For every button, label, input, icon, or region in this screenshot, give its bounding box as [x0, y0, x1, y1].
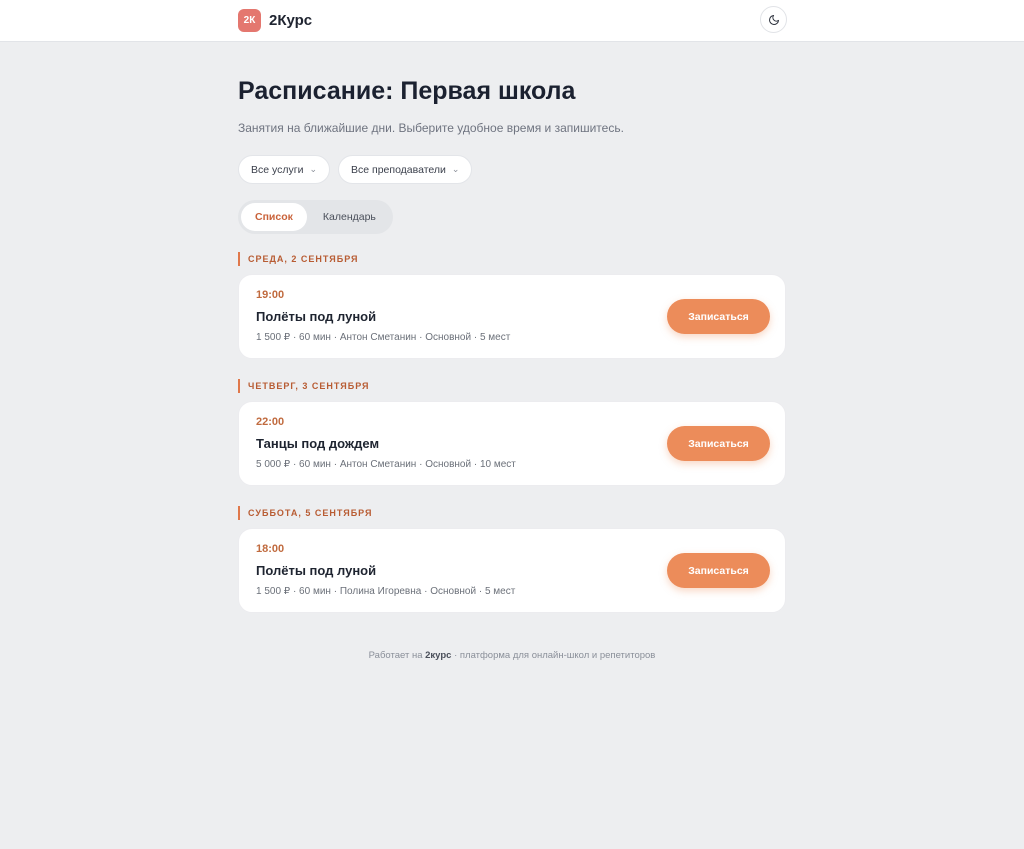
lesson-card: 18:00 Полёты под луной 1 500 ₽ · 60 мин … — [238, 528, 786, 613]
tab-calendar[interactable]: Календарь — [309, 203, 390, 231]
lesson-meta: 1 500 ₽ · 60 мин · Полина Игоревна · Осн… — [256, 586, 516, 597]
services-filter[interactable]: Все услуги ⌄ — [238, 155, 331, 184]
tab-list[interactable]: Список — [241, 203, 307, 231]
chevron-down-icon: ⌄ — [451, 164, 460, 174]
day-label: СРЕДА, 2 СЕНТЯБРЯ — [238, 252, 359, 266]
lesson-time: 22:00 — [256, 416, 285, 428]
services-filter-label: Все услуги — [251, 163, 304, 176]
lesson-title: Полёты под луной — [256, 309, 377, 324]
enroll-button[interactable]: Записаться — [667, 553, 770, 588]
logo[interactable]: 2К 2Курс — [238, 8, 312, 32]
enroll-button[interactable]: Записаться — [667, 426, 770, 461]
footer: Работает на 2курс · платформа для онлайн… — [238, 650, 786, 661]
lesson-title: Танцы под дождем — [256, 436, 380, 451]
teachers-filter-label: Все преподаватели — [351, 163, 446, 176]
teachers-filter[interactable]: Все преподаватели ⌄ — [338, 155, 473, 184]
view-toggle: Список Календарь — [238, 200, 393, 234]
enroll-button[interactable]: Записаться — [667, 299, 770, 334]
lesson-meta: 5 000 ₽ · 60 мин · Антон Сметанин · Осно… — [256, 459, 516, 470]
lesson-card: 19:00 Полёты под луной 1 500 ₽ · 60 мин … — [238, 274, 786, 359]
day-label: ЧЕТВЕРГ, 3 СЕНТЯБРЯ — [238, 379, 370, 393]
lesson-title: Полёты под луной — [256, 563, 377, 578]
logo-mark: 2К — [238, 8, 261, 32]
lesson-card: 22:00 Танцы под дождем 5 000 ₽ · 60 мин … — [238, 401, 786, 486]
top-bar: 2К 2Курс — [0, 0, 1024, 42]
footer-prefix: Работает на — [368, 650, 423, 661]
lesson-time: 18:00 — [256, 543, 285, 555]
lesson-meta: 1 500 ₽ · 60 мин · Антон Сметанин · Осно… — [256, 332, 511, 343]
logo-name: 2Курс — [269, 11, 313, 29]
moon-icon — [768, 14, 779, 25]
footer-suffix: · платформа для онлайн-школ и репетиторо… — [454, 650, 656, 661]
page-title: Расписание: Первая школа — [238, 77, 576, 105]
chevron-down-icon: ⌄ — [309, 164, 318, 174]
day-label: СУББОТА, 5 СЕНТЯБРЯ — [238, 506, 372, 520]
footer-brand-link[interactable]: 2курс — [425, 650, 451, 661]
filters: Все услуги ⌄ Все преподаватели ⌄ — [238, 155, 473, 184]
theme-toggle-button[interactable] — [760, 6, 787, 33]
page-subtitle: Занятия на ближайшие дни. Выберите удобн… — [238, 121, 624, 135]
lesson-time: 19:00 — [256, 289, 285, 301]
